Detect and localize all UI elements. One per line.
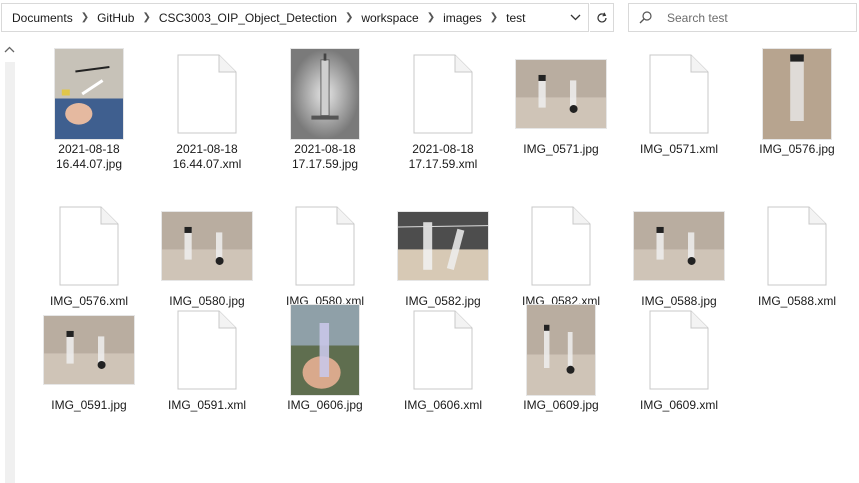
breadcrumb-repo[interactable]: CSC3003_OIP_Object_Detection (157, 11, 339, 25)
file-thumbnail (502, 302, 620, 398)
file-thumbnail (30, 302, 148, 398)
document-icon (59, 206, 119, 286)
file-name: IMG_0588.xml (757, 294, 837, 308)
file-item[interactable]: 2021-08-18 17.17.59.jpg (266, 46, 384, 172)
file-item[interactable]: IMG_0576.jpg (738, 46, 856, 157)
file-thumbnail (266, 302, 384, 398)
vertical-scrollbar[interactable] (0, 40, 20, 483)
chevron-right-icon[interactable]: ❯ (484, 12, 504, 23)
file-icon (30, 198, 148, 294)
file-name: IMG_0591.jpg (51, 398, 127, 412)
file-item[interactable]: IMG_0571.jpg (502, 46, 620, 157)
document-icon (649, 310, 709, 390)
document-icon (177, 54, 237, 134)
file-name: 2021-08-18 17.17.59.xml (408, 142, 478, 171)
document-icon (413, 54, 473, 134)
breadcrumb-test[interactable]: test (504, 11, 527, 25)
chevron-right-icon[interactable]: ❯ (421, 12, 441, 23)
file-name: IMG_0591.xml (167, 398, 247, 412)
scroll-up-arrow-icon[interactable] (4, 46, 15, 53)
file-name: IMG_0571.jpg (523, 142, 599, 156)
refresh-button[interactable] (590, 3, 614, 32)
breadcrumb: Documents ❯ GitHub ❯ CSC3003_OIP_Object_… (2, 11, 561, 25)
file-name: 2021-08-18 16.44.07.xml (172, 142, 242, 171)
breadcrumb-github[interactable]: GitHub (95, 11, 136, 25)
file-name: 2021-08-18 16.44.07.jpg (55, 142, 123, 171)
file-thumbnail (620, 198, 738, 294)
document-icon (531, 206, 591, 286)
file-icon (502, 198, 620, 294)
chevron-right-icon[interactable]: ❯ (136, 12, 156, 23)
breadcrumb-workspace[interactable]: workspace (359, 11, 420, 25)
thumbnail-image-photo-hand-syringes (55, 49, 123, 139)
thumbnail-image-photo-syringes-table (527, 305, 595, 395)
file-name: IMG_0606.xml (403, 398, 483, 412)
file-thumbnail (502, 46, 620, 142)
file-icon (148, 302, 266, 398)
file-item[interactable]: IMG_0609.xml (620, 302, 738, 413)
thumbnail-image-photo-syringes-lit (398, 212, 488, 280)
file-item[interactable]: IMG_0576.xml (30, 198, 148, 309)
file-name: IMG_0571.xml (639, 142, 719, 156)
breadcrumb-documents[interactable]: Documents (10, 11, 75, 25)
file-icon (148, 46, 266, 142)
file-icon (620, 302, 738, 398)
file-item[interactable]: IMG_0606.jpg (266, 302, 384, 413)
thumbnail-image-photo-syringes-table (162, 212, 252, 280)
thumbnail-image-photo-tube (763, 49, 831, 139)
file-item[interactable]: 2021-08-18 16.44.07.xml (148, 46, 266, 172)
file-name: 2021-08-18 17.17.59.jpg (291, 142, 359, 171)
address-dropdown-button[interactable] (561, 4, 588, 31)
file-item[interactable]: IMG_0571.xml (620, 46, 738, 157)
file-thumbnail (148, 198, 266, 294)
thumbnail-image-photo-syringe (291, 49, 359, 139)
chevron-right-icon[interactable]: ❯ (75, 12, 95, 23)
file-thumbnail (30, 46, 148, 142)
address-bar[interactable]: Documents ❯ GitHub ❯ CSC3003_OIP_Object_… (1, 3, 589, 32)
file-name: IMG_0576.jpg (759, 142, 835, 156)
thumbnail-image-photo-hand-syringe (291, 305, 359, 395)
file-item[interactable]: IMG_0580.xml (266, 198, 384, 309)
document-icon (177, 310, 237, 390)
file-item[interactable]: IMG_0591.jpg (30, 302, 148, 413)
document-icon (295, 206, 355, 286)
thumbnail-image-photo-syringes-table (516, 60, 606, 128)
file-thumbnail (266, 46, 384, 142)
search-icon (639, 11, 661, 24)
file-item[interactable]: IMG_0606.xml (384, 302, 502, 413)
file-item[interactable]: IMG_0609.jpg (502, 302, 620, 413)
file-item[interactable]: IMG_0588.jpg (620, 198, 738, 309)
file-item[interactable]: IMG_0582.jpg (384, 198, 502, 309)
thumbnail-image-photo-syringes-table (634, 212, 724, 280)
chevron-right-icon[interactable]: ❯ (339, 12, 359, 23)
file-name: IMG_0609.xml (639, 398, 719, 412)
thumbnail-image-photo-syringes-table (44, 316, 134, 384)
file-item[interactable]: IMG_0591.xml (148, 302, 266, 413)
file-item[interactable]: IMG_0582.xml (502, 198, 620, 309)
file-item[interactable]: 2021-08-18 16.44.07.jpg (30, 46, 148, 172)
file-item[interactable]: IMG_0580.jpg (148, 198, 266, 309)
file-icon (384, 46, 502, 142)
chevron-down-icon (570, 14, 580, 21)
file-item[interactable]: 2021-08-18 17.17.59.xml (384, 46, 502, 172)
file-thumbnail (738, 46, 856, 142)
file-icon (620, 46, 738, 142)
refresh-icon (596, 12, 607, 23)
file-item[interactable]: IMG_0588.xml (738, 198, 856, 309)
file-icon (384, 302, 502, 398)
breadcrumb-images[interactable]: images (441, 11, 484, 25)
document-icon (767, 206, 827, 286)
search-box[interactable]: Search test (628, 3, 857, 32)
file-icon (266, 198, 384, 294)
document-icon (413, 310, 473, 390)
scrollbar-thumb[interactable] (5, 62, 15, 483)
file-icon (738, 198, 856, 294)
file-thumbnail (384, 198, 502, 294)
search-input[interactable]: Search test (667, 11, 728, 25)
file-name: IMG_0606.jpg (287, 398, 363, 412)
document-icon (649, 54, 709, 134)
file-name: IMG_0609.jpg (523, 398, 599, 412)
